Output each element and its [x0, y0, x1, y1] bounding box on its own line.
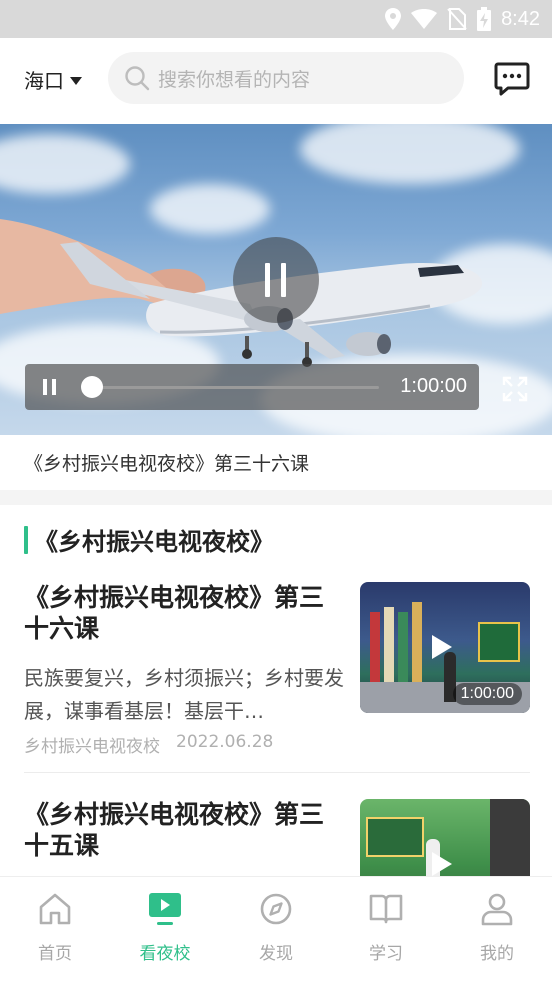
item-source: 乡村振兴电视夜校	[24, 737, 160, 757]
tv-play-icon	[149, 893, 181, 925]
tab-profile[interactable]: 我的	[452, 891, 542, 964]
item-meta: 乡村振兴电视夜校 2022.06.28	[24, 732, 273, 757]
wifi-icon	[411, 9, 438, 29]
play-icon	[432, 635, 452, 659]
item-title: 《乡村振兴电视夜校》第三十六课	[24, 583, 325, 643]
item-description: 民族要复兴，乡村须振兴；乡村要发展，谋事看基层！基层干…	[24, 666, 344, 723]
player-control-bar: 1:00:00	[25, 364, 479, 410]
pause-icon[interactable]	[43, 379, 57, 395]
tab-label: 我的	[480, 944, 514, 964]
play-icon	[432, 852, 452, 876]
section-title: 《乡村振兴电视夜校》	[34, 528, 274, 556]
search-icon	[125, 66, 150, 91]
location-icon	[385, 8, 402, 30]
section-separator	[0, 490, 552, 505]
search-input[interactable]: 搜索你想看的内容	[108, 52, 464, 104]
bottom-tab-bar: 首页 看夜校 发现 学习 我的	[0, 876, 552, 981]
message-icon[interactable]	[494, 62, 530, 96]
progress-handle[interactable]	[81, 376, 103, 398]
list-divider	[24, 772, 530, 773]
progress-track[interactable]	[91, 386, 379, 389]
item-date: 2022.06.28	[176, 732, 274, 752]
section-accent-bar	[24, 526, 28, 554]
status-bar: 8:42	[0, 0, 552, 38]
tab-night-school[interactable]: 看夜校	[120, 891, 210, 964]
top-header: 海口 搜索你想看的内容	[0, 38, 552, 124]
item-thumbnail[interactable]: 1:00:00	[360, 582, 530, 713]
battery-charging-icon	[477, 7, 492, 31]
now-playing-title: 《乡村振兴电视夜校》第三十六课	[24, 453, 310, 475]
clock: 8:42	[501, 7, 540, 30]
tab-home[interactable]: 首页	[10, 891, 100, 964]
pause-overlay-button[interactable]	[233, 237, 319, 323]
home-icon	[39, 893, 71, 925]
fullscreen-icon[interactable]	[502, 376, 528, 402]
no-sim-icon	[447, 8, 467, 30]
list-item[interactable]: 《乡村振兴电视夜校》第三十五课	[24, 799, 530, 930]
tab-discover[interactable]: 发现	[231, 891, 321, 964]
compass-icon	[260, 893, 292, 925]
tab-study[interactable]: 学习	[341, 891, 431, 964]
book-icon	[369, 894, 403, 924]
video-player[interactable]: 1:00:00	[0, 124, 552, 435]
search-placeholder: 搜索你想看的内容	[158, 68, 311, 91]
city-selector[interactable]: 海口	[24, 65, 82, 94]
list-item[interactable]: 《乡村振兴电视夜校》第三十六课 民族要复兴，乡村须振兴；乡村要发展，谋事看基层！…	[24, 582, 530, 762]
tab-label: 首页	[38, 944, 72, 964]
item-duration: 1:00:00	[452, 683, 522, 705]
tab-label: 看夜校	[139, 944, 191, 964]
city-label: 海口	[24, 69, 64, 93]
tab-label: 学习	[369, 944, 403, 964]
tab-label: 发现	[259, 944, 293, 964]
user-icon	[481, 893, 513, 926]
item-title: 《乡村振兴电视夜校》第三十五课	[24, 800, 325, 860]
caret-down-icon	[70, 77, 82, 85]
duration-label: 1:00:00	[400, 375, 467, 397]
